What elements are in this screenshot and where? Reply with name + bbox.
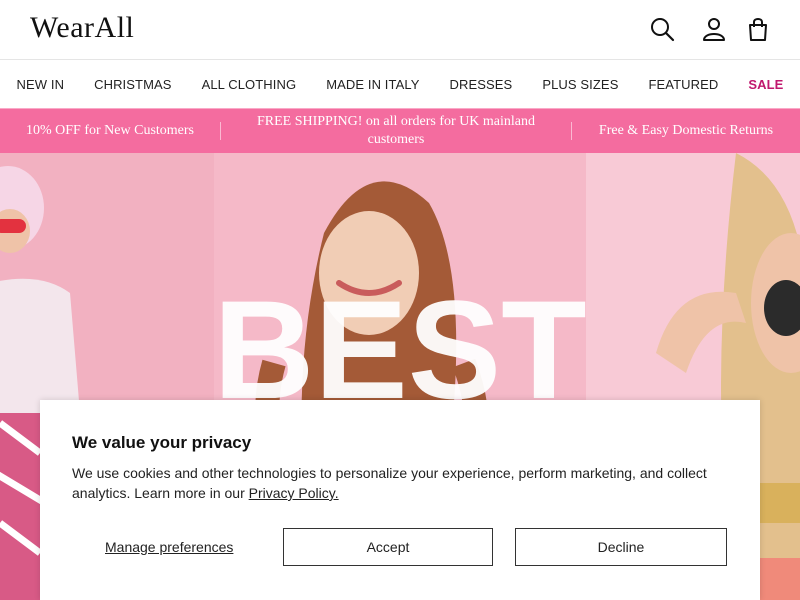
- promo-item-discount: 10% OFF for New Customers: [26, 123, 194, 138]
- nav-item-all-clothing[interactable]: ALL CLOTHING: [202, 77, 297, 92]
- decline-button[interactable]: Decline: [515, 528, 727, 566]
- account-icon[interactable]: [701, 16, 727, 42]
- search-icon[interactable]: [649, 16, 675, 42]
- nav-item-plus-sizes[interactable]: PLUS SIZES: [542, 77, 618, 92]
- cookie-consent-dialog: We value your privacy We use cookies and…: [40, 400, 760, 600]
- cookie-text: We use cookies and other technologies to…: [72, 463, 732, 503]
- accept-button[interactable]: Accept: [283, 528, 493, 566]
- manage-preferences-link[interactable]: Manage preferences: [105, 539, 233, 555]
- nav-item-made-in-italy[interactable]: MADE IN ITALY: [326, 77, 419, 92]
- site-header: WearAll: [0, 0, 800, 60]
- privacy-policy-link[interactable]: Privacy Policy.: [249, 485, 339, 501]
- nav-item-new-in[interactable]: NEW IN: [17, 77, 65, 92]
- promo-item-returns: Free & Easy Domestic Returns: [598, 123, 774, 138]
- nav-item-dresses[interactable]: DRESSES: [449, 77, 512, 92]
- nav-item-christmas[interactable]: CHRISTMAS: [94, 77, 171, 92]
- cookie-body: We use cookies and other technologies to…: [72, 465, 707, 501]
- promo-bar: 10% OFF for New Customers FREE SHIPPING!…: [0, 108, 800, 154]
- promo-item-shipping: FREE SHIPPING! on all orders for UK main…: [256, 114, 536, 147]
- nav-item-sale[interactable]: SALE: [748, 77, 783, 92]
- logo[interactable]: WearAll: [30, 11, 134, 45]
- nav-item-featured[interactable]: FEATURED: [648, 77, 718, 92]
- main-nav: NEW IN CHRISTMAS ALL CLOTHING MADE IN IT…: [0, 60, 800, 108]
- bag-icon[interactable]: [745, 16, 771, 42]
- cookie-title: We value your privacy: [72, 433, 252, 452]
